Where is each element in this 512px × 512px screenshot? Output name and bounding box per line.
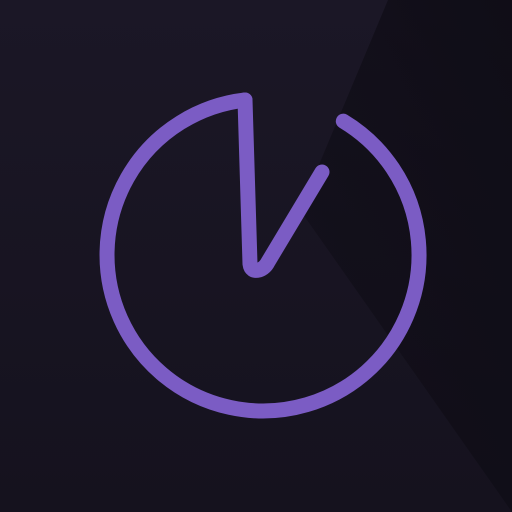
app-icon — [0, 0, 512, 512]
timer-logo-icon — [0, 0, 512, 512]
